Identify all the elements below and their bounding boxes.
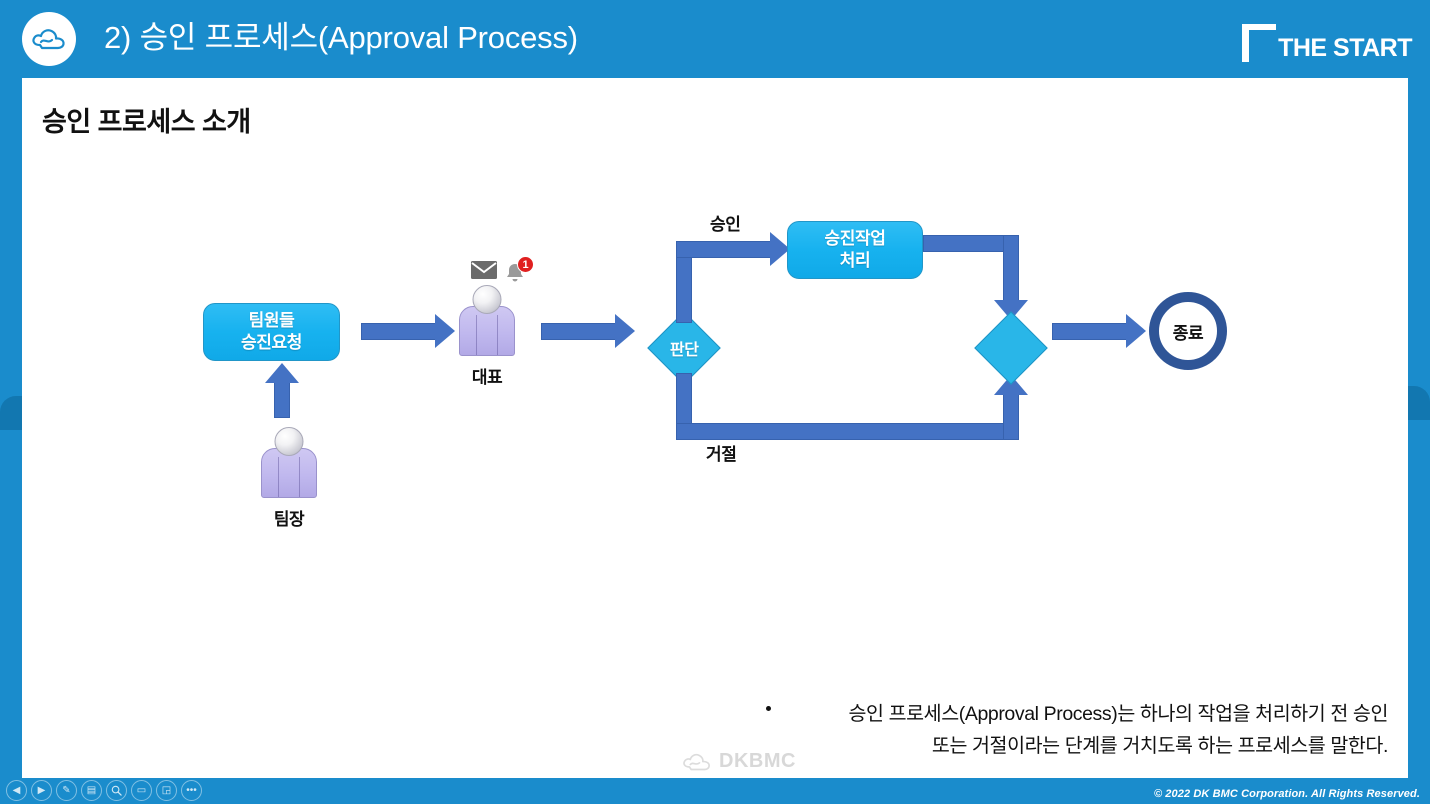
subtitles-button[interactable]: ▭ (131, 780, 152, 801)
brand-text: THE START (1278, 34, 1412, 62)
flow-label-reject: 거절 (706, 445, 737, 464)
flow-box-promotion-request[interactable]: 팀원들 승진요청 (203, 303, 340, 361)
dkbmc-cloud-logo-icon (22, 12, 76, 66)
connector-teamlead-to-request-head (265, 363, 299, 383)
flow-box-process-line1: 승진작업 (824, 229, 886, 248)
person-icon-team-lead: 팀장 (261, 427, 317, 529)
connector-teamlead-to-request-shaft (274, 382, 290, 418)
connector-approve-horizontal (676, 241, 771, 258)
magnifier-icon (111, 785, 122, 796)
dkbmc-cloud-logo-icon (683, 753, 710, 770)
connector-leader-to-decision-shaft (541, 323, 616, 340)
connector-request-to-leader-head (435, 314, 455, 348)
approval-process-flowchart: 팀장 팀원들 승진요청 1 대표 판단 승인 승진작업 처리 거절 종료 (22, 78, 1408, 778)
zoom-button[interactable] (106, 780, 127, 801)
flow-label-approve: 승인 (710, 215, 741, 234)
previous-slide-button[interactable]: ◀ (6, 780, 27, 801)
flow-box-promotion-processing[interactable]: 승진작업 처리 (787, 221, 923, 279)
person-head (472, 285, 502, 314)
slide-body: 승인 프로세스 소개 팀장 팀원들 승진요청 1 대표 판단 승인 승진작업 처… (22, 78, 1408, 778)
all-slides-button[interactable]: ▤ (81, 780, 102, 801)
flow-end-node[interactable]: 종료 (1149, 292, 1227, 370)
watermark-text: DKBMC (719, 750, 796, 772)
slide-canvas: 2) 승인 프로세스(Approval Process) THE START 승… (0, 0, 1430, 804)
connector-process-to-merge-vertical (1003, 235, 1019, 303)
person-icon-representative: 대표 (459, 285, 515, 387)
dkbmc-watermark: DKBMC (682, 750, 796, 773)
bullet-dot-icon (766, 706, 771, 711)
the-start-brand-logo: THE START (1242, 22, 1412, 62)
flow-box-request-line2: 승진요청 (241, 333, 302, 352)
page-title: 2) 승인 프로세스(Approval Process) (104, 20, 578, 55)
presenter-view-button[interactable]: ◲ (156, 780, 177, 801)
square-bracket-icon (1242, 24, 1277, 62)
flow-decision-label: 판단 (669, 341, 699, 359)
person-head (274, 427, 304, 456)
flow-box-request-line1: 팀원들 (248, 311, 295, 330)
pen-tool-button[interactable]: ✎ (56, 780, 77, 801)
connector-merge-to-end-head (1126, 314, 1146, 348)
connector-leader-to-decision-head (615, 314, 635, 348)
description-bullet: 승인 프로세스(Approval Process)는 하나의 작업을 처리하기 … (722, 698, 1388, 762)
connector-request-to-leader-shaft (361, 323, 436, 340)
bullet-text-line1: 승인 프로세스(Approval Process)는 하나의 작업을 처리하기 … (848, 703, 1388, 725)
connector-reject-horizontal (676, 423, 1019, 440)
person-label-representative: 대표 (471, 368, 503, 387)
person-label-team-lead: 팀장 (273, 510, 305, 529)
next-slide-button[interactable]: ▶ (31, 780, 52, 801)
bullet-text-line2: 또는 거절이라는 단계를 거치도록 하는 프로세스를 말한다. (931, 735, 1388, 757)
flow-end-label: 종료 (1172, 323, 1204, 343)
copyright-notice: © 2022 DK BMC Corporation. All Rights Re… (1153, 788, 1420, 800)
connector-reject-vertical-up (1003, 394, 1019, 440)
flow-merge-node[interactable] (974, 311, 1048, 385)
notification-badge: 1 (517, 256, 534, 273)
presentation-toolbar[interactable]: ◀ ▶ ✎ ▤ ▭ ◲ ••• (6, 780, 202, 801)
flow-box-process-line2: 처리 (839, 251, 871, 270)
slide-header: 2) 승인 프로세스(Approval Process) THE START (0, 0, 1430, 76)
connector-merge-to-end-shaft (1052, 323, 1127, 340)
more-options-button[interactable]: ••• (181, 780, 202, 801)
envelope-icon (470, 260, 498, 285)
